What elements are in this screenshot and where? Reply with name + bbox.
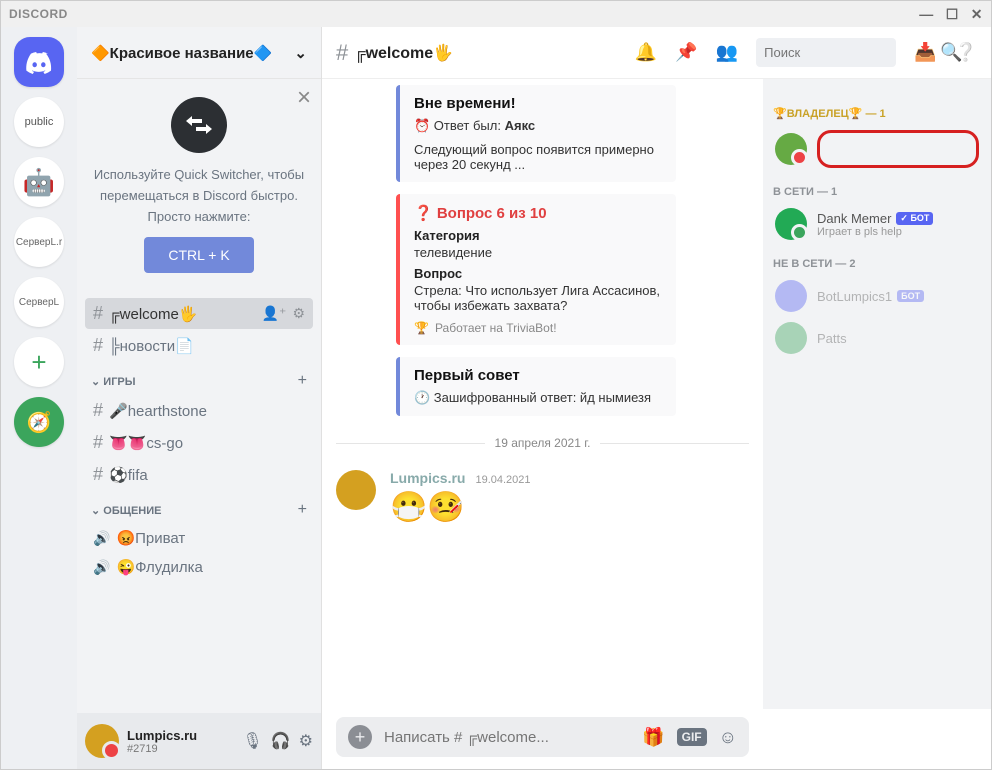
close-button[interactable]: ✕: [971, 6, 983, 23]
group-offline: НЕ В СЕТИ — 2: [773, 258, 981, 270]
message-author[interactable]: Lumpics.ru: [390, 470, 465, 486]
hash-icon: #: [93, 464, 103, 485]
guild-server1[interactable]: СерверL.r: [14, 217, 64, 267]
voice-flood[interactable]: 🔊😜Флудилка: [85, 553, 313, 581]
chevron-down-icon: ⌄: [91, 376, 103, 388]
embed-hint: Первый совет 🕐 Зашифрованный ответ: йд н…: [396, 357, 676, 416]
titlebar: DISCORD — ☐ ✕: [1, 1, 991, 27]
server-name: 🔶Красивое название🔷: [91, 44, 272, 62]
message-list: Вне времени! ⏰ Ответ был: Аякс Следующий…: [322, 79, 763, 709]
inbox-icon[interactable]: 📥: [914, 42, 936, 63]
trophy-icon: 🏆: [414, 321, 429, 335]
message-reactions[interactable]: 😷🤒: [390, 490, 531, 525]
add-channel-icon[interactable]: +: [298, 372, 307, 390]
channel-title: ╔welcome🖐️: [354, 43, 453, 63]
channel-fifa[interactable]: #⚽fifa: [85, 459, 313, 490]
voice-privat[interactable]: 🔊😡Приват: [85, 524, 313, 552]
attach-button[interactable]: +: [348, 725, 372, 749]
hash-icon: #: [93, 432, 103, 453]
main-area: # ╔welcome🖐️ 🔔 📌 👥 🔍 📥 ❔ Вне времени! ⏰: [322, 27, 991, 769]
deafen-icon[interactable]: 🎧: [271, 731, 291, 751]
settings-icon[interactable]: ⚙: [299, 731, 313, 751]
bot-tag: ✓ БОТ: [896, 212, 933, 225]
channel-list: # ╔welcome🖐️ 👤⁺⚙ # ╠новости📄 ⌄ ИГРЫ + #🎤…: [77, 291, 321, 713]
avatar: [775, 280, 807, 312]
member-patts[interactable]: Patts: [773, 318, 981, 358]
channel-csgo[interactable]: #👅👅cs-go: [85, 427, 313, 458]
channel-hearthstone[interactable]: #🎤hearthstone: [85, 395, 313, 426]
user-avatar[interactable]: [85, 724, 119, 758]
app-brand: DISCORD: [9, 7, 68, 21]
channel-welcome[interactable]: # ╔welcome🖐️ 👤⁺⚙: [85, 298, 313, 329]
owner-highlight-box: [817, 130, 979, 168]
message: Lumpics.ru 19.04.2021 😷🤒: [336, 470, 749, 525]
member-dank[interactable]: Dank Memer✓ БОТ Играет в pls help: [773, 204, 981, 244]
category-games[interactable]: ⌄ ИГРЫ +: [85, 362, 313, 394]
bot-tag: БОТ: [897, 290, 924, 302]
avatar: [775, 133, 807, 165]
quick-switcher-promo: × Используйте Quick Switcher, чтобы пере…: [77, 79, 321, 291]
message-input-bar: + 🎁 GIF ☺: [336, 717, 749, 757]
embed-timeout: Вне времени! ⏰ Ответ был: Аякс Следующий…: [396, 85, 676, 182]
gift-icon[interactable]: 🎁: [642, 727, 664, 748]
speaker-icon: 🔊: [93, 559, 110, 576]
server-header[interactable]: 🔶Красивое название🔷 ⌄: [77, 27, 321, 79]
search-box[interactable]: 🔍: [756, 38, 896, 67]
message-input[interactable]: [384, 729, 630, 746]
member-botlumpics[interactable]: BotLumpics1БОТ: [773, 276, 981, 316]
gear-icon[interactable]: ⚙: [292, 305, 305, 322]
discord-logo-icon: [25, 48, 53, 76]
hash-icon: #: [93, 400, 103, 421]
group-owner: 🏆ВЛАДЕЛЕЦ🏆 — 1: [773, 107, 981, 120]
message-avatar[interactable]: [336, 470, 376, 510]
guild-server2[interactable]: СерверL: [14, 277, 64, 327]
guilds-bar: public 🤖 СерверL.r СерверL + 🧭: [1, 27, 77, 769]
gif-button[interactable]: GIF: [677, 728, 707, 746]
qs-text: Используйте Quick Switcher, чтобы переме…: [93, 165, 305, 227]
channel-sidebar: 🔶Красивое название🔷 ⌄ × Используйте Quic…: [77, 27, 322, 769]
help-icon[interactable]: ❔: [955, 42, 977, 63]
home-button[interactable]: [14, 37, 64, 87]
minimize-button[interactable]: —: [919, 6, 934, 23]
chevron-down-icon: ⌄: [294, 44, 307, 62]
notifications-icon[interactable]: 🔔: [635, 42, 657, 63]
member-owner[interactable]: [773, 126, 981, 172]
user-panel: Lumpics.ru #2719 🎙 🎧 ⚙: [77, 713, 321, 769]
invite-icon[interactable]: 👤⁺: [262, 305, 287, 322]
explore-button[interactable]: 🧭: [14, 397, 64, 447]
channel-header: # ╔welcome🖐️ 🔔 📌 👥 🔍 📥 ❔: [322, 27, 991, 79]
guild-public[interactable]: public: [14, 97, 64, 147]
add-server-button[interactable]: +: [14, 337, 64, 387]
member-list: 🏆ВЛАДЕЛЕЦ🏆 — 1 В СЕТИ — 1 Dank Memer✓ БО…: [763, 79, 991, 709]
emoji-icon[interactable]: ☺: [719, 727, 737, 748]
maximize-button[interactable]: ☐: [946, 6, 959, 23]
hash-icon: #: [336, 40, 348, 66]
chevron-down-icon: ⌄: [91, 505, 103, 517]
embed-question: ❓ Вопрос 6 из 10 Категория телевидение В…: [396, 194, 676, 345]
pinned-icon[interactable]: 📌: [675, 42, 697, 63]
message-date: 19.04.2021: [475, 474, 530, 486]
avatar: [775, 208, 807, 240]
date-divider: 19 апреля 2021 г.: [336, 436, 749, 450]
guild-robot[interactable]: 🤖: [14, 157, 64, 207]
mute-icon[interactable]: 🎙: [242, 731, 262, 751]
avatar: [775, 322, 807, 354]
category-chat[interactable]: ⌄ ОБЩЕНИЕ +: [85, 491, 313, 523]
group-online: В СЕТИ — 1: [773, 186, 981, 198]
hash-icon: #: [93, 335, 103, 356]
hash-icon: #: [93, 303, 103, 324]
window-controls: — ☐ ✕: [919, 6, 983, 23]
members-icon[interactable]: 👥: [716, 42, 738, 63]
add-channel-icon[interactable]: +: [298, 501, 307, 519]
speaker-icon: 🔊: [93, 530, 110, 547]
qs-shortcut-button[interactable]: CTRL + K: [144, 237, 253, 273]
channel-news[interactable]: # ╠новости📄: [85, 330, 313, 361]
swap-icon: [171, 97, 227, 153]
close-icon[interactable]: ×: [297, 79, 311, 117]
user-info[interactable]: Lumpics.ru #2719: [127, 728, 234, 755]
